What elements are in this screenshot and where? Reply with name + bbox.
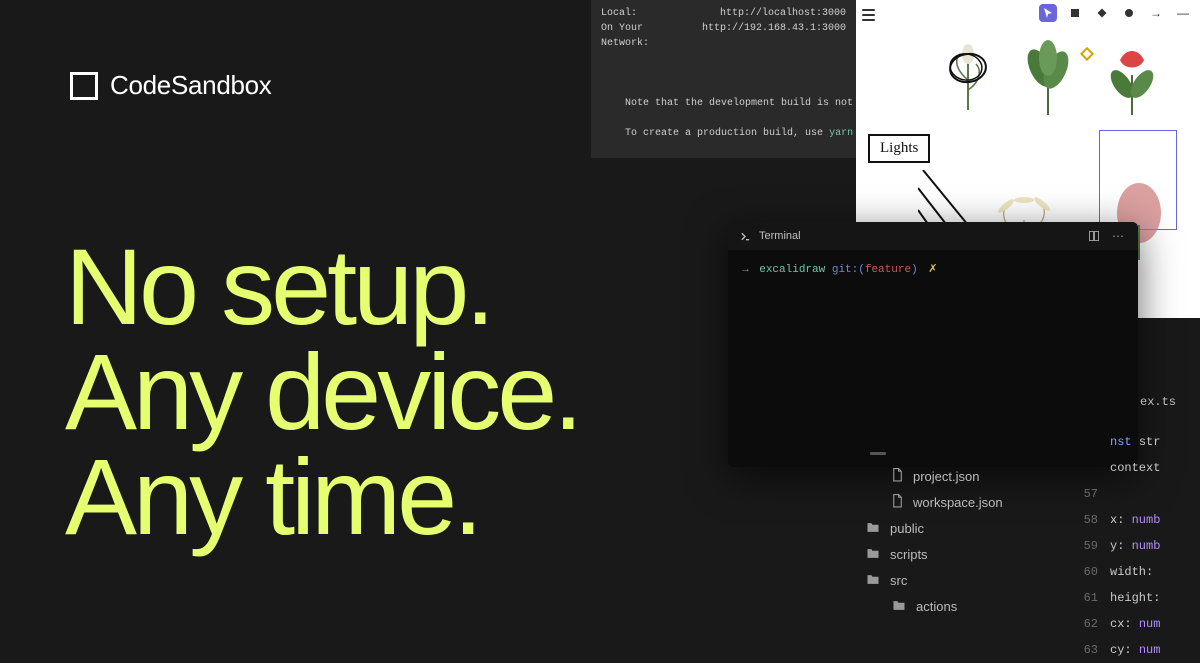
scribble-circle	[946, 50, 990, 86]
prompt-git-close: )	[911, 264, 918, 276]
tree-divider	[870, 452, 886, 455]
devserver-cmd: yarn build	[829, 128, 856, 139]
tool-line[interactable]: —	[1174, 4, 1192, 22]
label-lights[interactable]: Lights	[868, 134, 930, 163]
folder-icon	[866, 547, 880, 562]
file-project-json[interactable]: project.json	[852, 463, 1070, 489]
tree-item-label: src	[890, 573, 907, 588]
devserver-note-2: To create a production build, use	[625, 128, 829, 139]
plant-thumb-3[interactable]	[1100, 40, 1164, 120]
code-text: height:	[1110, 591, 1160, 605]
tool-pointer[interactable]	[1039, 4, 1057, 22]
devserver-local-label: Local:	[601, 6, 710, 21]
tree-item-label: workspace.json	[913, 495, 1003, 510]
line-number: 57	[1070, 487, 1110, 501]
hero-line-2: Any device.	[65, 340, 579, 445]
tool-arrow[interactable]: →	[1147, 4, 1165, 22]
file-workspace-json[interactable]: workspace.json	[852, 489, 1070, 515]
code-text: y: numb	[1110, 539, 1160, 553]
file-icon	[892, 494, 903, 511]
line-number: 61	[1070, 591, 1110, 605]
brand: CodeSandbox	[70, 70, 272, 101]
editor-line[interactable]: 61height:	[1070, 585, 1200, 611]
devserver-network-label: On Your Network:	[601, 21, 692, 51]
hero-line-3: Any time.	[65, 445, 579, 550]
prompt-arrow-icon: →	[742, 264, 749, 276]
folder-src[interactable]: src	[852, 567, 1070, 593]
tool-square[interactable]	[1066, 4, 1084, 22]
plant-thumb-2[interactable]	[1016, 40, 1080, 120]
prompt-branch: feature	[865, 264, 911, 276]
tree-item-label: actions	[916, 599, 957, 614]
devserver-note-1: Note that the development build is not o…	[625, 98, 856, 109]
folder-actions[interactable]: actions	[852, 593, 1070, 619]
code-text: x: numb	[1110, 513, 1160, 527]
terminal-title: Terminal	[759, 230, 801, 242]
more-icon[interactable]: ⋯	[1112, 229, 1126, 243]
line-number: 59	[1070, 539, 1110, 553]
devserver-panel: Local: http://localhost:3000 On Your Net…	[591, 0, 856, 158]
file-tree: project.json workspace.json public scripts s…	[852, 452, 1070, 619]
hero-headline: No setup. Any device. Any time.	[65, 235, 579, 549]
code-text: width:	[1110, 565, 1153, 579]
line-number: 60	[1070, 565, 1110, 579]
tool-diamond[interactable]	[1093, 4, 1111, 22]
brand-name: CodeSandbox	[110, 70, 272, 101]
code-text: nst str	[1110, 435, 1160, 449]
line-number: 58	[1070, 513, 1110, 527]
code-text: cx: num	[1110, 617, 1160, 631]
devserver-network-value: http://192.168.43.1:3000	[702, 21, 846, 51]
editor-line[interactable]: context	[1070, 455, 1200, 481]
folder-icon	[866, 521, 880, 536]
terminal-titlebar: Terminal ⋯	[728, 222, 1138, 250]
split-icon[interactable]	[1088, 230, 1100, 242]
folder-icon	[866, 573, 880, 588]
folder-public[interactable]: public	[852, 515, 1070, 541]
editor-line[interactable]: 58x: numb	[1070, 507, 1200, 533]
editor-line[interactable]: 59y: numb	[1070, 533, 1200, 559]
editor-filename: ex.ts	[1070, 395, 1200, 409]
editor-line[interactable]: 60width:	[1070, 559, 1200, 585]
prompt-icon	[740, 231, 751, 242]
line-number: 63	[1070, 643, 1110, 657]
editor-line[interactable]: 57	[1070, 481, 1200, 507]
folder-scripts[interactable]: scripts	[852, 541, 1070, 567]
prompt-git-open: git:(	[832, 264, 865, 276]
editor-line[interactable]: nst str	[1070, 429, 1200, 455]
tree-item-label: scripts	[890, 547, 928, 562]
editor-snippet: ex.ts nst strcontext5758x: numb59y: numb…	[1070, 395, 1200, 663]
editor-line[interactable]: 62cx: num	[1070, 611, 1200, 637]
excalidraw-toolbar: → —	[1035, 2, 1196, 24]
tool-circle[interactable]	[1120, 4, 1138, 22]
terminal-body[interactable]: → excalidraw git:(feature) ✗	[728, 250, 1138, 288]
code-text: context	[1110, 461, 1160, 475]
prompt-dir: excalidraw	[759, 264, 825, 276]
file-icon	[892, 468, 903, 485]
editor-line[interactable]: 63cy: num	[1070, 637, 1200, 663]
tree-item-label: project.json	[913, 469, 979, 484]
logo-icon	[70, 72, 98, 100]
devserver-local-value: http://localhost:3000	[720, 6, 846, 21]
code-text: cy: num	[1110, 643, 1160, 657]
line-number: 62	[1070, 617, 1110, 631]
folder-icon	[892, 599, 906, 614]
hero-line-1: No setup.	[65, 235, 579, 340]
prompt-dirty-icon: ✗	[928, 264, 937, 276]
tree-item-label: public	[890, 521, 924, 536]
hamburger-icon[interactable]	[862, 9, 875, 21]
selection-handle-icon[interactable]	[1080, 47, 1094, 61]
